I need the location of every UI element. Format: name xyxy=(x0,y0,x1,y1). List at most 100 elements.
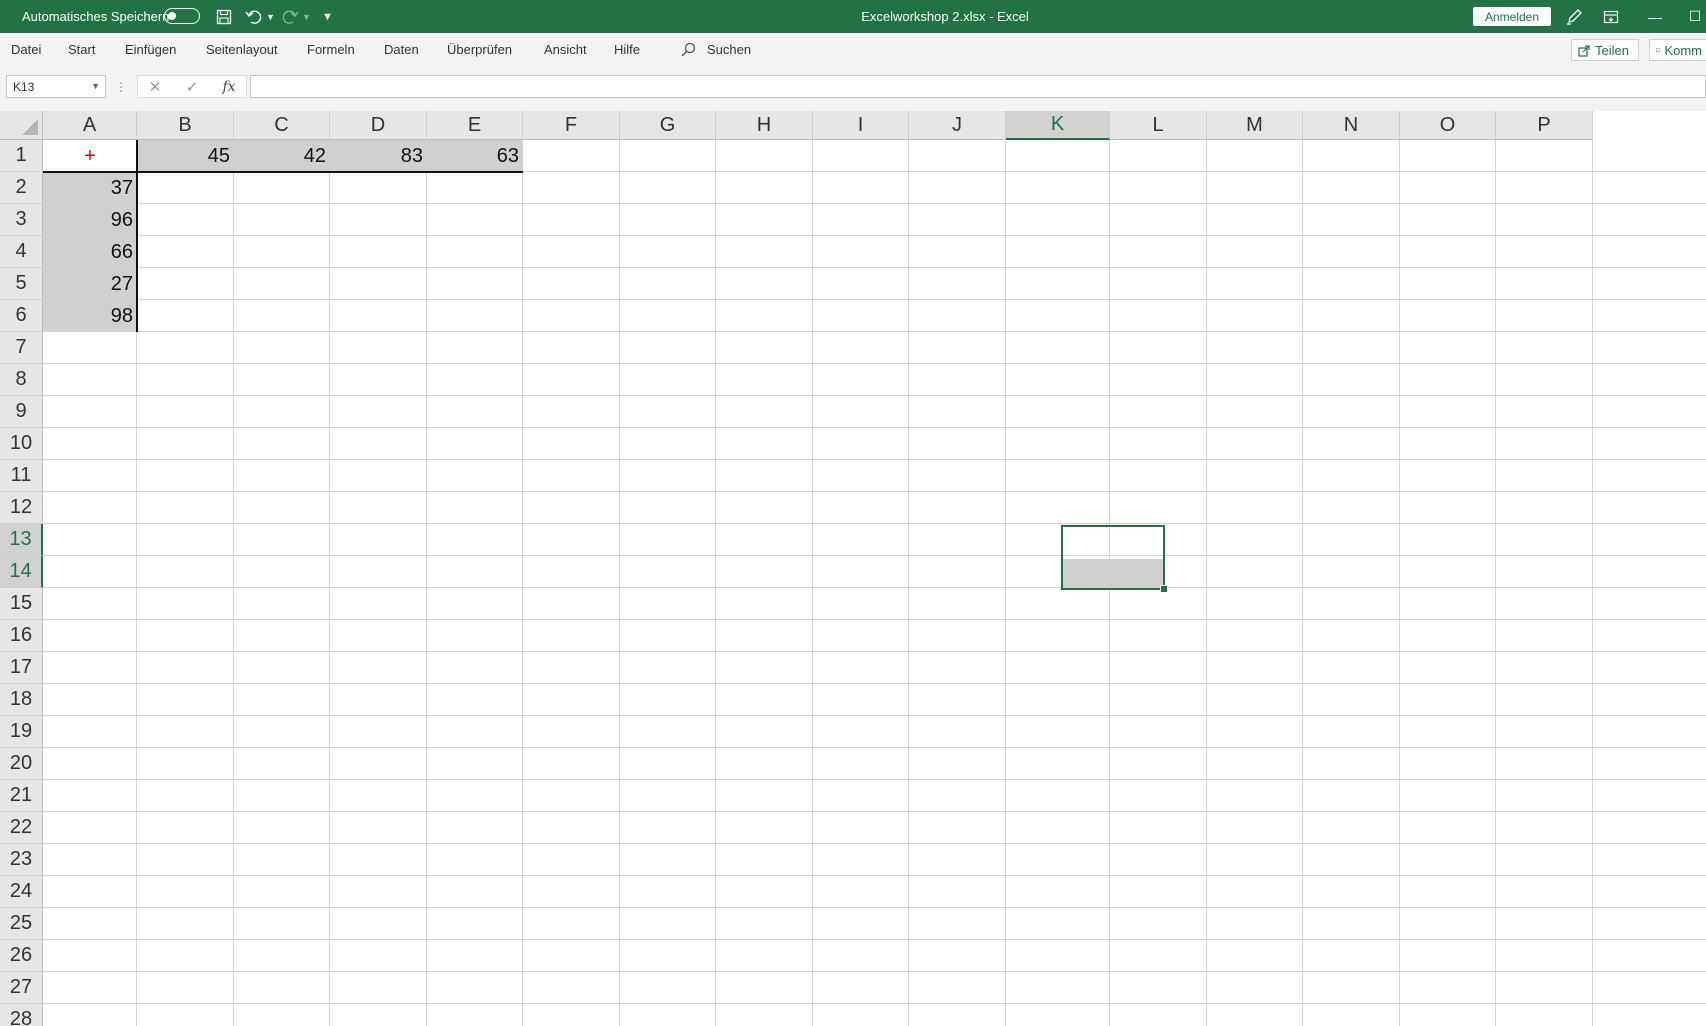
cell-a6[interactable]: 98 xyxy=(43,300,137,332)
title-bar: Automatisches Speichern ▼ ▼ ▼ Excelworks… xyxy=(0,0,1706,33)
row-header-18[interactable]: 18 xyxy=(0,684,43,716)
maximize-icon[interactable]: ☐ xyxy=(1672,0,1706,33)
gridline-horizontal xyxy=(43,395,1706,396)
enter-icon[interactable]: ✓ xyxy=(177,75,207,98)
row-header-20[interactable]: 20 xyxy=(0,748,43,780)
row-header-5[interactable]: 5 xyxy=(0,268,43,300)
row-header-19[interactable]: 19 xyxy=(0,716,43,748)
gridline-horizontal xyxy=(43,523,1706,524)
row-header-14[interactable]: 14 xyxy=(0,556,43,588)
gridline-horizontal xyxy=(43,235,1706,236)
column-header-i[interactable]: I xyxy=(813,111,909,140)
comments-button[interactable]: Komm xyxy=(1649,39,1706,61)
name-box-dropdown-icon[interactable]: ▼ xyxy=(91,81,100,91)
row-header-24[interactable]: 24 xyxy=(0,876,43,908)
column-header-h[interactable]: H xyxy=(716,111,813,140)
fill-handle[interactable] xyxy=(1160,585,1168,593)
column-header-f[interactable]: F xyxy=(523,111,620,140)
column-header-p[interactable]: P xyxy=(1496,111,1593,140)
ribbon-display-icon[interactable] xyxy=(1601,0,1621,33)
row-header-15[interactable]: 15 xyxy=(0,588,43,620)
undo-dropdown-icon[interactable]: ▼ xyxy=(266,0,275,33)
row-header-12[interactable]: 12 xyxy=(0,492,43,524)
row-header-26[interactable]: 26 xyxy=(0,940,43,972)
select-all-corner[interactable] xyxy=(0,111,43,140)
tab-ueberpruefen[interactable]: Überprüfen xyxy=(447,33,512,66)
insert-function-icon[interactable]: fx xyxy=(214,75,244,98)
column-header-e[interactable]: E xyxy=(427,111,523,140)
column-header-m[interactable]: M xyxy=(1207,111,1303,140)
redo-icon[interactable] xyxy=(280,0,300,33)
column-header-a[interactable]: A xyxy=(43,111,137,140)
row-header-8[interactable]: 8 xyxy=(0,364,43,396)
tab-ansicht[interactable]: Ansicht xyxy=(544,33,587,66)
row-header-25[interactable]: 25 xyxy=(0,908,43,940)
column-header-b[interactable]: B xyxy=(137,111,234,140)
cell-a1-operator[interactable]: + xyxy=(43,140,137,172)
row-header-28[interactable]: 28 xyxy=(0,1004,43,1026)
column-header-d[interactable]: D xyxy=(330,111,427,140)
tab-hilfe[interactable]: Hilfe xyxy=(614,33,640,66)
gridline-horizontal xyxy=(43,363,1706,364)
row-header-17[interactable]: 17 xyxy=(0,652,43,684)
column-header-c[interactable]: C xyxy=(234,111,330,140)
row-header-27[interactable]: 27 xyxy=(0,972,43,1004)
row-header-10[interactable]: 10 xyxy=(0,428,43,460)
formula-bar-resize-icon[interactable]: ⋮ xyxy=(106,75,136,98)
gridline-vertical xyxy=(1592,140,1593,1026)
customize-toolbar-icon[interactable]: ▼ xyxy=(322,0,333,33)
tab-einfuegen[interactable]: Einfügen xyxy=(125,33,176,66)
row-header-21[interactable]: 21 xyxy=(0,780,43,812)
formula-input[interactable] xyxy=(250,75,1706,98)
cell-a2[interactable]: 37 xyxy=(43,172,137,204)
tab-seitenlayout[interactable]: Seitenlayout xyxy=(206,33,278,66)
column-header-n[interactable]: N xyxy=(1303,111,1400,140)
signin-button[interactable]: Anmelden xyxy=(1473,7,1551,26)
cancel-icon[interactable]: ✕ xyxy=(140,75,170,98)
redo-dropdown-icon[interactable]: ▼ xyxy=(302,0,311,33)
row-header-7[interactable]: 7 xyxy=(0,332,43,364)
column-header-o[interactable]: O xyxy=(1400,111,1496,140)
gridline-horizontal xyxy=(43,619,1706,620)
undo-icon[interactable] xyxy=(244,0,264,33)
row-header-11[interactable]: 11 xyxy=(0,460,43,492)
save-icon[interactable] xyxy=(214,0,234,33)
search-label[interactable]: Suchen xyxy=(707,33,751,66)
cell-b1[interactable]: 45 xyxy=(137,140,234,172)
row-header-2[interactable]: 2 xyxy=(0,172,43,204)
search-icon[interactable] xyxy=(680,33,696,66)
gridline-horizontal xyxy=(43,587,1706,588)
cell-a3[interactable]: 96 xyxy=(43,204,137,236)
tab-start[interactable]: Start xyxy=(68,33,95,66)
tab-formeln[interactable]: Formeln xyxy=(307,33,355,66)
cell-e1[interactable]: 63 xyxy=(427,140,523,172)
name-box[interactable]: K13 ▼ xyxy=(6,75,106,98)
pen-icon[interactable] xyxy=(1564,0,1584,33)
active-cell-selection[interactable] xyxy=(1061,525,1168,593)
row-header-3[interactable]: 3 xyxy=(0,204,43,236)
gridline-vertical xyxy=(1399,140,1400,1026)
cell-a4[interactable]: 66 xyxy=(43,236,137,268)
row-header-23[interactable]: 23 xyxy=(0,844,43,876)
row-header-13[interactable]: 13 xyxy=(0,524,43,556)
row-header-9[interactable]: 9 xyxy=(0,396,43,428)
row-header-16[interactable]: 16 xyxy=(0,620,43,652)
autosave-toggle[interactable] xyxy=(164,8,200,24)
tab-daten[interactable]: Daten xyxy=(384,33,419,66)
cell-c1[interactable]: 42 xyxy=(234,140,330,172)
share-button[interactable]: Teilen xyxy=(1571,39,1639,61)
column-header-l[interactable]: L xyxy=(1110,111,1207,140)
column-header-j[interactable]: J xyxy=(909,111,1006,140)
row-header-22[interactable]: 22 xyxy=(0,812,43,844)
cell-d1[interactable]: 83 xyxy=(330,140,427,172)
row-header-4[interactable]: 4 xyxy=(0,236,43,268)
sheet-grid[interactable]: ABCDEFGHIJKLMNOP 1 2 3 4 5 6 7 8 9 10 11 12 13 14 15 16… xyxy=(0,111,1706,1026)
column-header-k[interactable]: K xyxy=(1006,111,1110,140)
cell-a5[interactable]: 27 xyxy=(43,268,137,300)
comments-label: Komm xyxy=(1664,42,1702,58)
row-header-6[interactable]: 6 xyxy=(0,300,43,332)
row-header-1[interactable]: 1 xyxy=(0,140,43,172)
selected-cell-k14[interactable] xyxy=(1063,559,1163,588)
tab-datei[interactable]: Datei xyxy=(11,33,41,66)
column-header-g[interactable]: G xyxy=(620,111,716,140)
